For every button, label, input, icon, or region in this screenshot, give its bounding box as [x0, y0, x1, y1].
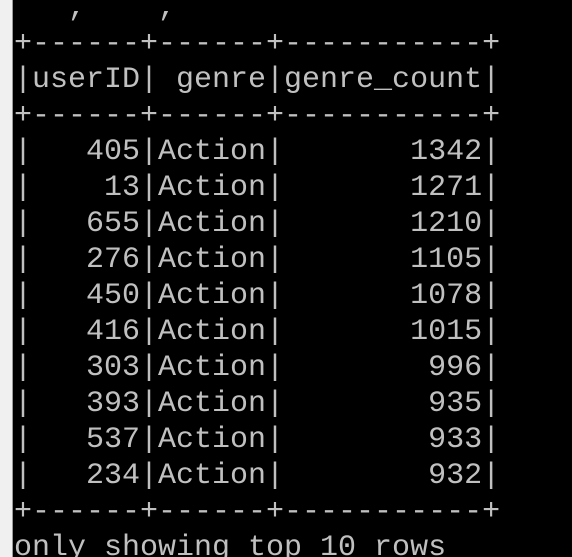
window-left-edge — [0, 0, 13, 557]
table-row: | 416|Action| 1015| — [14, 315, 501, 349]
table-row: | 537|Action| 933| — [14, 423, 501, 457]
table-border-top: +------+------+-----------+ — [14, 27, 501, 61]
table-row: | 405|Action| 1342| — [14, 135, 501, 169]
table-row: | 450|Action| 1078| — [14, 279, 501, 313]
terminal-window[interactable]: , , +------+------+-----------+ |userID| g… — [0, 0, 572, 557]
partial-line-top: , , — [14, 0, 177, 25]
table-header-separator: +------+------+-----------+ — [14, 99, 501, 133]
table-row: | 13|Action| 1271| — [14, 171, 501, 205]
table-header-row: |userID| genre|genre_count| — [14, 63, 501, 97]
table-row: | 303|Action| 996| — [14, 351, 501, 385]
table-row: | 393|Action| 935| — [14, 387, 501, 421]
table-row: | 276|Action| 1105| — [14, 243, 501, 277]
status-message: only showing top 10 rows — [14, 531, 447, 557]
table-row: | 655|Action| 1210| — [14, 207, 501, 241]
terminal-output: , , +------+------+-----------+ |userID| g… — [14, 0, 500, 557]
table-row: | 234|Action| 932| — [14, 459, 501, 493]
table-border-bottom: +------+------+-----------+ — [14, 495, 501, 529]
